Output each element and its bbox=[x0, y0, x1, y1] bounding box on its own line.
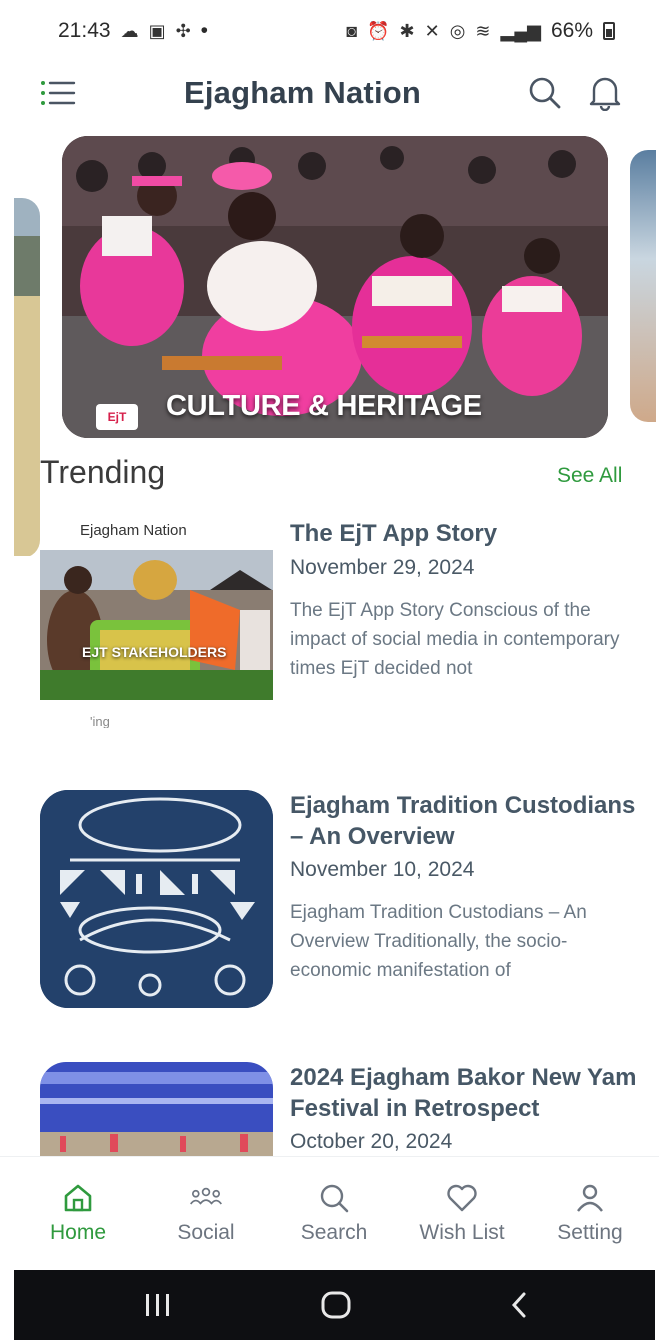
trending-title: Trending bbox=[40, 454, 166, 490]
signal-icon: ▂▄▆ bbox=[500, 20, 541, 41]
status-left: 21:43 ☁ ▣ ✣ • bbox=[58, 19, 208, 43]
article-card[interactable]: Ejagham Tradition Custodians – An Overvi… bbox=[0, 790, 659, 1020]
fan-icon: ✣ bbox=[175, 20, 191, 41]
search-icon[interactable] bbox=[528, 76, 562, 110]
article-title[interactable]: 2024 Ejagham Bakor New Yam Festival in R… bbox=[290, 1062, 650, 1124]
banner-carousel[interactable]: EjT CULTURE & HERITAGE bbox=[0, 136, 659, 556]
article-date: October 20, 2024 bbox=[290, 1130, 453, 1153]
heart-icon bbox=[447, 1184, 477, 1212]
bluetooth-icon: ✱ bbox=[399, 20, 415, 41]
banner-caption: CULTURE & HERITAGE bbox=[166, 390, 482, 422]
nav-label: Home bbox=[49, 1221, 107, 1244]
home-icon bbox=[64, 1184, 92, 1212]
article-excerpt: The EjT App Story Conscious of the impac… bbox=[290, 600, 620, 679]
status-bar: 21:43 ☁ ▣ ✣ • ◙ ⏰ ✱ ✕ ◎ ≋ ▂▄▆ 66% bbox=[0, 0, 659, 62]
wifi-icon: ≋ bbox=[475, 20, 491, 41]
nav-label: Social bbox=[177, 1221, 235, 1244]
ejagham-textile-image bbox=[40, 790, 273, 1008]
gallery-icon: ▣ bbox=[148, 20, 166, 41]
status-time: 21:43 bbox=[58, 19, 111, 42]
article-card[interactable]: 2024 Ejagham Bakor New Yam Festival in R… bbox=[0, 1062, 659, 1156]
bottom-navigation: Home Social Search Wish List Setting bbox=[0, 1156, 659, 1270]
nav-label: Wish List bbox=[419, 1221, 505, 1244]
banner-slide[interactable]: EjT CULTURE & HERITAGE bbox=[62, 136, 608, 438]
nav-search[interactable]: Search bbox=[279, 1181, 389, 1245]
carousel-next-slide[interactable] bbox=[630, 150, 656, 422]
nav-home[interactable]: Home bbox=[23, 1181, 133, 1245]
alarm-icon: ⏰ bbox=[367, 20, 390, 41]
thumbnail-subtext: 'ing bbox=[90, 714, 110, 728]
article-title[interactable]: The EjT App Story bbox=[290, 518, 650, 549]
bell-icon[interactable] bbox=[588, 75, 622, 112]
see-all-link[interactable]: See All bbox=[557, 464, 622, 488]
article-thumbnail[interactable]: Ejagham Nation EJT STAKEHOLDERS 'ing bbox=[40, 518, 273, 728]
system-navigation-bar bbox=[14, 1270, 655, 1340]
mute-icon: ✕ bbox=[424, 20, 440, 41]
status-dot: • bbox=[200, 19, 209, 42]
article-thumbnail[interactable] bbox=[40, 1062, 273, 1156]
battery-icon bbox=[603, 22, 615, 40]
search-icon bbox=[320, 1184, 349, 1213]
article-title[interactable]: Ejagham Tradition Custodians – An Overvi… bbox=[290, 790, 650, 852]
nav-social[interactable]: Social bbox=[151, 1181, 261, 1245]
home-button-icon[interactable] bbox=[316, 1290, 356, 1320]
article-card[interactable]: Ejagham Nation EJT STAKEHOLDERS 'ing The… bbox=[0, 518, 659, 748]
cloud-icon: ☁ bbox=[120, 20, 139, 41]
battery-percent: 66% bbox=[550, 19, 593, 42]
thumbnail-caption: EJT STAKEHOLDERS bbox=[82, 644, 227, 660]
hotspot-icon: ◎ bbox=[449, 20, 466, 41]
article-date: November 29, 2024 bbox=[290, 556, 475, 579]
nav-label: Search bbox=[300, 1221, 368, 1244]
lock-icon: ◙ bbox=[346, 20, 358, 41]
stakeholders-image bbox=[40, 550, 273, 700]
people-icon bbox=[190, 1187, 222, 1205]
page-title: Ejagham Nation bbox=[183, 75, 422, 110]
nav-label: Setting bbox=[557, 1221, 623, 1244]
article-thumbnail[interactable] bbox=[40, 790, 273, 1008]
recent-apps-icon[interactable] bbox=[138, 1290, 178, 1320]
nav-setting[interactable]: Setting bbox=[535, 1181, 645, 1245]
nav-wish-list[interactable]: Wish List bbox=[407, 1181, 517, 1245]
carousel-prev-slide[interactable] bbox=[14, 198, 40, 558]
ejt-logo: EjT bbox=[96, 404, 138, 430]
back-icon[interactable] bbox=[500, 1290, 540, 1320]
person-icon bbox=[577, 1184, 603, 1212]
article-excerpt: Ejagham Tradition Custodians – An Overvi… bbox=[290, 902, 587, 981]
app-header: Ejagham Nation bbox=[0, 62, 659, 124]
article-date: November 10, 2024 bbox=[290, 858, 475, 881]
thumbnail-label: Ejagham Nation bbox=[80, 522, 187, 539]
status-right: ◙ ⏰ ✱ ✕ ◎ ≋ ▂▄▆ 66% bbox=[346, 19, 615, 43]
new-yam-festival-image bbox=[40, 1062, 273, 1156]
